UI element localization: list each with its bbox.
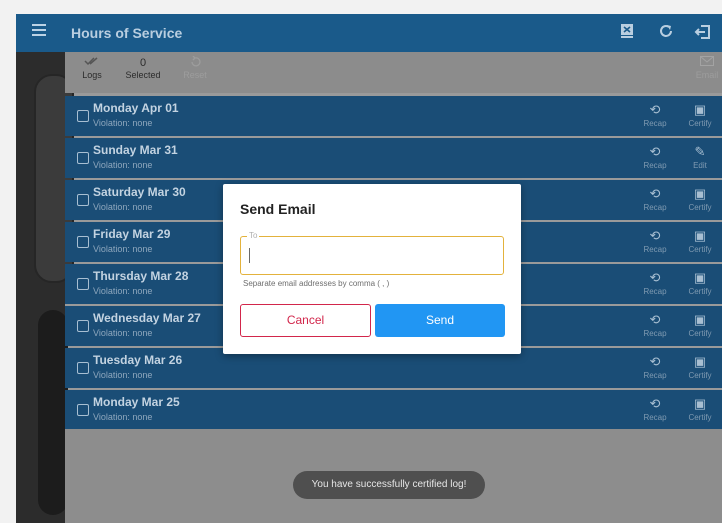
log-row[interactable]: Monday Mar 25 Violation: none ⟲ Recap ▣ Ce… [65, 390, 722, 430]
recap-button[interactable]: ⟲ Recap [640, 144, 670, 170]
certify-button[interactable]: ▣ Certify [685, 270, 715, 296]
recap-button[interactable]: ⟲ Recap [640, 228, 670, 254]
undo-icon [180, 55, 210, 70]
rail-handle-bottom [38, 310, 68, 515]
frame-top [0, 0, 722, 14]
row-checkbox[interactable] [77, 110, 89, 122]
email-label: Email [695, 70, 719, 80]
history-icon: ⟲ [649, 312, 661, 327]
app-title: Hours of Service [71, 25, 183, 41]
log-day: Monday Apr 01 [93, 101, 179, 115]
cancel-button[interactable]: Cancel [240, 304, 371, 337]
certify-button[interactable]: ▣ Certify [685, 186, 715, 212]
to-email-field[interactable]: To [240, 231, 504, 275]
log-violation: Violation: none [93, 244, 153, 254]
certify-check-icon: ▣ [693, 228, 707, 243]
certify-button[interactable]: ▣ Certify [685, 228, 715, 254]
history-icon: ⟲ [649, 396, 661, 411]
reset-label: Reset [183, 70, 207, 80]
selected-counter: 0 Selected [123, 56, 163, 80]
send-button[interactable]: Send [375, 304, 505, 337]
certify-button[interactable]: ▣ Certify [685, 312, 715, 338]
log-day: Tuesday Mar 26 [93, 353, 183, 367]
recap-button[interactable]: ⟲ Recap [640, 270, 670, 296]
logs-toggle[interactable]: Logs [80, 56, 104, 80]
side-rail [16, 52, 74, 523]
history-icon: ⟲ [649, 102, 661, 117]
edit-button[interactable]: ✎ Edit [685, 144, 715, 170]
email-button[interactable]: Email [693, 56, 721, 80]
logs-label: Logs [82, 70, 102, 80]
log-day: Friday Mar 29 [93, 227, 171, 241]
log-toolbar: Logs 0 Selected Reset Email [65, 52, 722, 93]
history-icon: ⟲ [649, 270, 661, 285]
row-checkbox[interactable] [77, 362, 89, 374]
export-icon[interactable] [617, 23, 637, 43]
text-cursor [249, 248, 250, 263]
certify-check-icon: ▣ [693, 270, 707, 285]
pencil-icon: ✎ [694, 144, 706, 159]
log-row[interactable]: Sunday Mar 31 Violation: none ⟲ Recap ✎ Ed… [65, 138, 722, 178]
log-row[interactable]: Monday Apr 01 Violation: none ⟲ Recap ▣ Ce… [65, 96, 722, 136]
log-violation: Violation: none [93, 118, 153, 128]
toast-message: You have successfully certified log! [293, 471, 485, 499]
log-violation: Violation: none [93, 202, 153, 212]
app-bar: Hours of Service [16, 14, 722, 52]
reset-button[interactable]: Reset [180, 55, 210, 80]
certify-button[interactable]: ▣ Certify [685, 396, 715, 422]
row-checkbox[interactable] [77, 320, 89, 332]
log-day: Sunday Mar 31 [93, 143, 178, 157]
history-icon: ⟲ [649, 354, 661, 369]
certify-button[interactable]: ▣ Certify [685, 102, 715, 128]
envelope-icon [693, 56, 721, 70]
dialog-title: Send Email [240, 201, 316, 217]
log-violation: Violation: none [93, 328, 153, 338]
log-day: Thursday Mar 28 [93, 269, 189, 283]
recap-button[interactable]: ⟲ Recap [640, 186, 670, 212]
certify-check-icon: ▣ [693, 186, 707, 201]
row-checkbox[interactable] [77, 236, 89, 248]
row-checkbox[interactable] [77, 404, 89, 416]
log-violation: Violation: none [93, 412, 153, 422]
log-day: Saturday Mar 30 [93, 185, 186, 199]
row-checkbox[interactable] [77, 152, 89, 164]
hamburger-icon[interactable] [32, 24, 46, 36]
log-day: Wednesday Mar 27 [93, 311, 201, 325]
recap-button[interactable]: ⟲ Recap [640, 354, 670, 380]
row-checkbox[interactable] [77, 278, 89, 290]
double-check-icon [80, 56, 104, 70]
recap-button[interactable]: ⟲ Recap [640, 312, 670, 338]
log-violation: Violation: none [93, 160, 153, 170]
row-checkbox[interactable] [77, 194, 89, 206]
history-icon: ⟲ [649, 186, 661, 201]
selected-label: Selected [125, 70, 161, 80]
certify-check-icon: ▣ [693, 102, 707, 117]
certify-check-icon: ▣ [693, 312, 707, 327]
to-field-label: To [247, 231, 260, 240]
history-icon: ⟲ [649, 144, 661, 159]
history-icon: ⟲ [649, 228, 661, 243]
selected-count: 0 [139, 57, 147, 69]
refresh-icon[interactable] [656, 23, 676, 43]
logout-icon[interactable] [693, 23, 713, 43]
certify-check-icon: ▣ [693, 396, 707, 411]
recap-button[interactable]: ⟲ Recap [640, 396, 670, 422]
recap-button[interactable]: ⟲ Recap [640, 102, 670, 128]
log-row[interactable]: Tuesday Mar 26 Violation: none ⟲ Recap ▣ C… [65, 348, 722, 388]
frame-left [0, 14, 16, 523]
log-day: Monday Mar 25 [93, 395, 180, 409]
log-violation: Violation: none [93, 370, 153, 380]
certify-check-icon: ▣ [693, 354, 707, 369]
certify-button[interactable]: ▣ Certify [685, 354, 715, 380]
send-email-dialog: Send Email To Separate email addresses b… [223, 184, 521, 354]
email-hint: Separate email addresses by comma ( , ) [243, 279, 390, 288]
log-violation: Violation: none [93, 286, 153, 296]
